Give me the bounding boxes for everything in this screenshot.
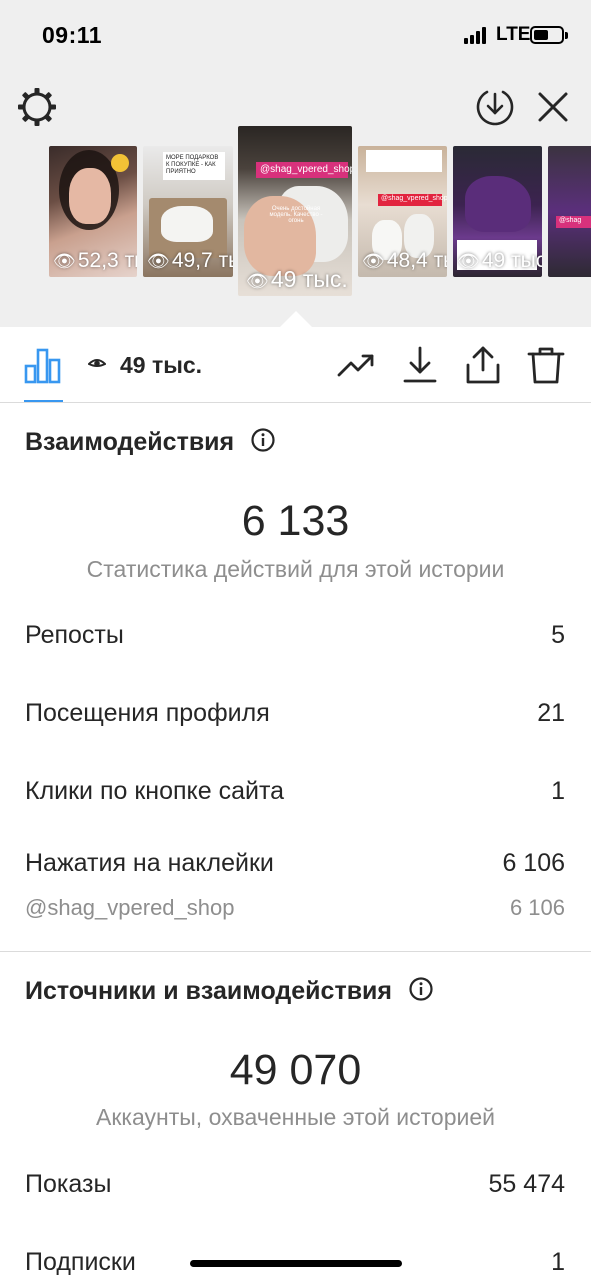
thumbnail-views: 👁49,7 тыс. (147, 249, 233, 272)
stat-label: Показы (25, 1170, 112, 1198)
active-tab-indicator (24, 400, 63, 402)
download-circle-icon[interactable] (474, 86, 516, 128)
story-preview-area: 09:11 LTE 👁52,3 т МОРЕ ПОДАРКОВ К ПОКУПК… (0, 0, 591, 327)
network-label: LTE (496, 24, 531, 45)
thumbnail-note: МОРЕ ПОДАРКОВ К ПОКУПКЕ - КАК ПРИЯТНО (163, 152, 225, 180)
story-thumbnail[interactable]: МОРЕ ПОДАРКОВ К ПОКУПКЕ - КАК ПРИЯТНО 👁4… (143, 146, 233, 277)
mention-sticker: @shag_vpered_shop (256, 162, 352, 178)
trash-icon[interactable] (526, 345, 566, 385)
stat-label: Посещения профиля (25, 699, 270, 727)
stat-label: Подписки (25, 1248, 136, 1276)
info-icon[interactable] (251, 428, 275, 452)
bar-chart-icon[interactable] (24, 346, 62, 384)
status-bar: 09:11 LTE (0, 0, 591, 72)
stat-row-profile-visits: Посещения профиля 21 (25, 699, 565, 733)
story-thumbnail-selected[interactable]: @shag_vpered_shop Очень достойная модель… (238, 126, 352, 296)
sun-emoji-icon (111, 154, 129, 172)
signal-icon (464, 27, 490, 44)
story-thumbnail[interactable]: @shag (548, 146, 591, 277)
stat-label: @shag_vpered_shop (25, 895, 235, 920)
download-icon[interactable] (400, 345, 440, 385)
thumbnail-views: 👁49 тыс. (246, 266, 348, 292)
discovery-subtitle: Аккаунты, охваченные этой историей (96, 1104, 495, 1130)
stat-row-reposts: Репосты 5 (25, 621, 565, 655)
gear-icon[interactable] (16, 86, 58, 128)
stat-subrow-sticker: @shag_vpered_shop 6 106 (25, 895, 565, 929)
section-divider (0, 951, 591, 952)
stat-row-website-clicks: Клики по кнопке сайта 1 (25, 777, 565, 811)
stat-row-sticker-taps: Нажатия на наклейки 6 106 (25, 849, 565, 883)
selection-pointer (280, 311, 312, 327)
status-time: 09:11 (42, 22, 103, 48)
thumbnail-caption: Очень достойная модель. Качество - огонь (269, 206, 323, 224)
close-icon[interactable] (534, 88, 572, 126)
thumbnail-views: 👁48,4 тыс. (362, 249, 447, 272)
discovery-total: 49 070 (229, 1046, 362, 1094)
home-indicator[interactable] (190, 1260, 402, 1267)
stat-row-impressions: Показы 55 474 (25, 1170, 565, 1204)
stat-value: 6 106 (509, 895, 565, 920)
share-icon[interactable] (463, 345, 503, 385)
trending-icon[interactable] (336, 345, 376, 385)
story-toolbar: 49 тыс. (0, 327, 591, 403)
interactions-subtitle: Статистика действий для этой истории (86, 556, 505, 582)
interactions-section-title: Взаимодействия (25, 428, 275, 457)
stat-value: 6 106 (502, 849, 565, 877)
toolbar-views-count: 49 тыс. (120, 352, 203, 378)
story-thumbnail-strip: 👁52,3 тыс. МОРЕ ПОДАРКОВ К ПОКУПКЕ - КАК… (0, 126, 591, 326)
battery-icon (530, 26, 568, 44)
eye-icon (88, 359, 106, 367)
thumbnail-views: 👁49 тыс. (457, 249, 542, 272)
stat-value: 21 (537, 699, 565, 727)
info-icon[interactable] (409, 977, 433, 1001)
stat-label: Клики по кнопке сайта (25, 777, 285, 805)
mention-sticker: @shag (556, 216, 591, 228)
stat-label: Нажатия на наклейки (25, 849, 274, 877)
story-thumbnail[interactable]: 👁49 тыс. (453, 146, 542, 277)
stat-value: 1 (551, 1248, 565, 1276)
stat-label: Репосты (25, 621, 124, 649)
story-thumbnail[interactable]: 👁52,3 тыс. (49, 146, 137, 277)
story-thumbnail[interactable]: @shag_vpered_shop 👁48,4 тыс. (358, 146, 447, 277)
stat-value: 5 (551, 621, 565, 649)
thumbnail-views: 👁52,3 тыс. (53, 249, 137, 272)
mention-sticker: @shag_vpered_shop (378, 194, 447, 206)
stat-value: 1 (551, 777, 565, 805)
interactions-total: 6 133 (241, 497, 350, 545)
stat-value: 55 474 (488, 1170, 565, 1198)
discovery-section-title: Источники и взаимодействия (25, 977, 433, 1006)
